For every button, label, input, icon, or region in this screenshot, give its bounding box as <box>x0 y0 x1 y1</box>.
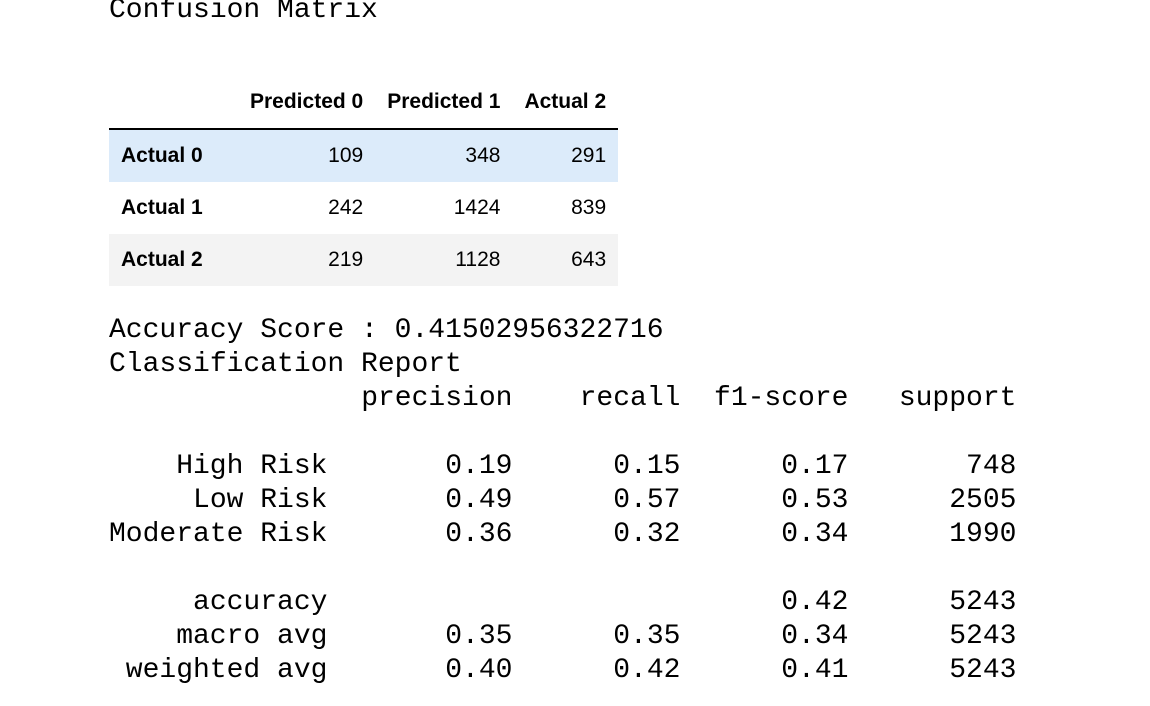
report-row-label: High Risk <box>176 451 328 482</box>
column-header: Predicted 1 <box>375 76 513 130</box>
column-header: Actual 2 <box>512 76 619 130</box>
report-row-label: weighted avg <box>125 655 328 686</box>
report-cell: 0.34 <box>781 519 849 550</box>
report-cell: 0.57 <box>613 485 681 516</box>
row-header: Actual 2 <box>121 248 203 271</box>
matrix-cell: 219 <box>328 248 364 271</box>
report-cell: 0.49 <box>445 485 513 516</box>
table-row: Actual 0 109 348 291 <box>109 129 619 182</box>
report-cell: 1990 <box>949 519 1017 550</box>
report-cell <box>512 586 680 620</box>
matrix-cell: 242 <box>328 196 364 219</box>
table-header-row: Predicted 0 Predicted 1 Actual 2 <box>109 76 619 130</box>
report-cell: 0.42 <box>781 587 849 618</box>
report-row-label: Moderate Risk <box>109 519 328 550</box>
report-cell: 0.35 <box>445 621 513 652</box>
report-row-label: accuracy <box>193 587 328 618</box>
report-cell: 0.41 <box>781 655 849 686</box>
matrix-cell: 1424 <box>453 196 501 219</box>
report-summary-row: weighted avg 0.40 0.42 0.41 5243 <box>109 654 1017 688</box>
matrix-cell: 1128 <box>455 248 501 271</box>
row-header: Actual 0 <box>121 144 203 167</box>
report-cell: 0.35 <box>613 621 681 652</box>
classification-report-title: Classification Report <box>109 349 462 380</box>
confusion-matrix-table: Predicted 0 Predicted 1 Actual 2 Actual … <box>109 76 619 286</box>
matrix-cell: 643 <box>571 248 607 271</box>
report-cell: 0.32 <box>613 519 681 550</box>
column-header: Predicted 0 <box>238 76 376 130</box>
report-cell <box>327 586 512 620</box>
table-row: Actual 2 219 1128 643 <box>109 234 619 286</box>
report-summary-row: accuracy 0.42 5243 <box>109 586 1016 620</box>
accuracy-score-line: Accuracy Score : 0.41502956322716 <box>109 314 664 348</box>
report-cell: 0.17 <box>781 451 849 482</box>
report-row: High Risk 0.19 0.15 0.17 748 <box>109 450 1016 484</box>
corner-cell <box>109 76 238 130</box>
row-header: Actual 1 <box>121 196 203 219</box>
report-spacer-row <box>109 552 1016 586</box>
report-header: support <box>898 383 1017 414</box>
report-cell: 0.42 <box>613 655 681 686</box>
report-cell: 5243 <box>949 655 1017 686</box>
accuracy-score-value: 0.41502956322716 <box>394 315 664 346</box>
report-label-spacer <box>109 382 327 416</box>
report-cell: 5243 <box>949 621 1017 652</box>
report-cell: 0.19 <box>445 451 513 482</box>
report-cell: 2505 <box>949 485 1017 516</box>
report-header: precision <box>361 383 513 414</box>
table-row: Actual 1 242 1424 839 <box>109 182 619 234</box>
report-header: recall <box>579 383 681 414</box>
matrix-cell: 839 <box>571 196 607 219</box>
accuracy-score-label: Accuracy Score : <box>109 315 395 346</box>
report-row-label: Low Risk <box>193 485 328 516</box>
report-header-row: precision recall f1-score support <box>109 382 1016 416</box>
report-row: Low Risk 0.49 0.57 0.53 2505 <box>109 484 1016 518</box>
report-cell: 0.53 <box>781 485 849 516</box>
report-spacer-row <box>109 416 1016 450</box>
matrix-cell: 348 <box>465 144 501 167</box>
report-row-label: macro avg <box>176 621 328 652</box>
classification-report-table: precision recall f1-score support High R… <box>109 382 1016 688</box>
matrix-cell: 109 <box>328 144 364 167</box>
report-row: Moderate Risk 0.36 0.32 0.34 1990 <box>109 518 1016 552</box>
report-summary-row: macro avg 0.35 0.35 0.34 5243 <box>109 620 1016 654</box>
report-cell: 0.15 <box>613 451 681 482</box>
report-cell: 0.40 <box>445 655 513 686</box>
report-header: f1-score <box>714 383 849 414</box>
report-cell: 5243 <box>949 587 1017 618</box>
matrix-cell: 291 <box>571 144 607 167</box>
report-cell: 0.34 <box>781 621 849 652</box>
report-cell: 0.36 <box>445 519 513 550</box>
confusion-matrix-title: Confusion Matrix <box>109 0 378 26</box>
report-cell: 748 <box>966 451 1017 482</box>
